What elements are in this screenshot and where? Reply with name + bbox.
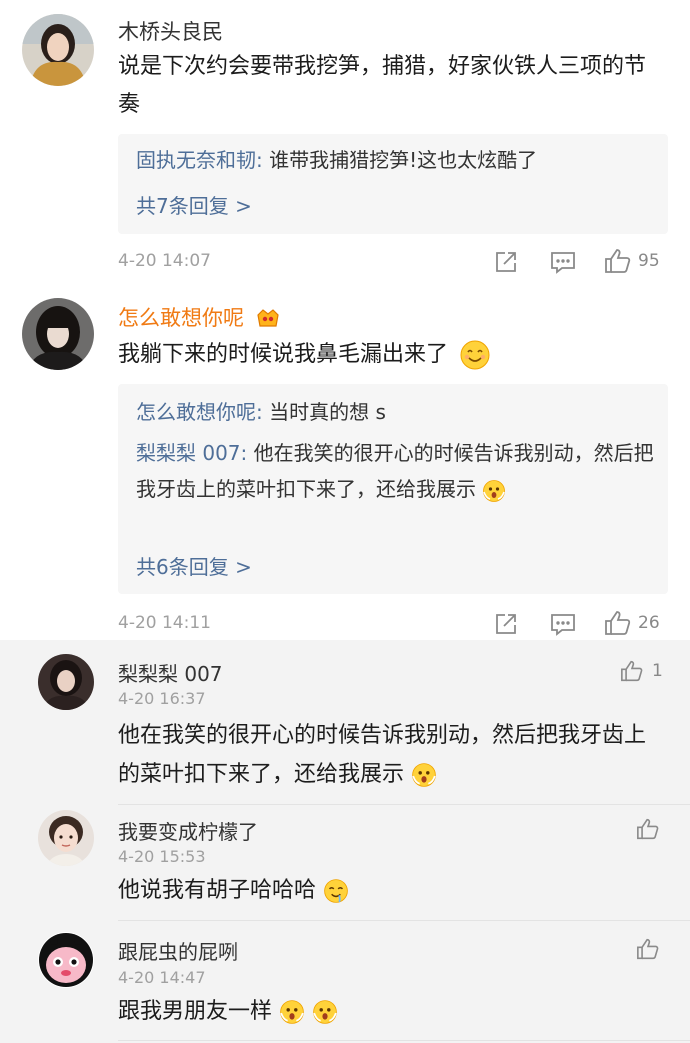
reply: 固执无奈和韧: 谁带我捕猎挖笋!这也太炫酷了 [136,142,654,178]
share-button[interactable] [494,250,518,274]
username[interactable]: 跟屁虫的屁咧 [118,936,238,965]
comment-text: 他说我有胡子哈哈哈 [118,872,648,910]
reply: 梨梨梨 007: 他在我笑的很开心的时候告诉我别动，然后把我牙齿上的菜叶扣下来了… [136,435,654,507]
like-icon [637,818,659,840]
divider [118,920,690,921]
username[interactable]: 怎么敢想你呢 [118,302,281,332]
like-icon [621,660,643,682]
avatar[interactable] [38,654,94,710]
comment-button[interactable] [550,612,576,636]
like-icon [637,938,659,960]
timestamp: 4-20 15:53 [118,847,206,866]
reply-text: 谁带我捕猎挖笋!这也太炫酷了 [262,148,538,172]
reply-author[interactable]: 梨梨梨 007: [136,441,247,465]
username[interactable]: 木桥头良民 [118,16,223,46]
comment-icon [551,252,575,274]
timestamp: 4-20 14:47 [118,968,206,987]
reply-box[interactable]: 怎么敢想你呢: 当时真的想 s 梨梨梨 007: 他在我笑的很开心的时候告诉我别… [118,384,668,594]
surprised-emoji [280,1000,304,1024]
surprised-emoji [313,1000,337,1024]
avatar[interactable] [22,298,94,370]
reply: 怎么敢想你呢: 当时真的想 s [136,394,654,430]
surprised-emoji [412,763,436,787]
like-count: 95 [638,251,660,271]
timestamp: 4-20 16:37 [118,689,206,708]
like-button[interactable] [636,938,660,960]
surprised-emoji [483,479,506,502]
share-icon [496,252,516,272]
like-button[interactable]: 1 [620,660,663,682]
timestamp: 4-20 14:11 [118,613,211,633]
reply-author[interactable]: 怎么敢想你呢: [136,400,263,424]
username[interactable]: 梨梨梨 007 [118,658,223,687]
like-button[interactable]: 95 [604,248,660,274]
reply-box[interactable]: 固执无奈和韧: 谁带我捕猎挖笋!这也太炫酷了 共7条回复 > [118,134,668,234]
share-icon [496,614,516,634]
reply-text: 当时真的想 s [262,400,386,424]
avatar[interactable] [38,810,94,866]
comment-text: 说是下次约会要带我挖笋，捕猎，好家伙铁人三项的节奏 [118,54,647,117]
sub-comment-thread: 梨梨梨 007 4-20 16:37 他在我笑的很开心的时候告诉我别动，然后把我… [0,640,690,1043]
vip-badge-icon [257,309,279,327]
avatar[interactable] [38,932,94,988]
more-replies-link[interactable]: 共6条回复 > [136,551,252,580]
comment-button[interactable] [550,250,576,274]
like-button[interactable] [636,818,660,840]
like-icon [605,611,631,635]
comment-icon [551,614,575,636]
like-button[interactable]: 26 [604,610,660,636]
like-icon [605,249,631,273]
smile-emoji [460,340,490,370]
reply-author[interactable]: 固执无奈和韧: [136,148,263,172]
share-button[interactable] [494,612,518,636]
comment-text: 我躺下来的时候说我鼻毛漏出来了 [118,336,658,374]
divider [118,804,690,805]
like-count: 1 [652,661,663,681]
avatar[interactable] [22,14,94,86]
comment-text: 他在我笑的很开心的时候告诉我别动，然后把我牙齿上的菜叶扣下来了，还给我展示 [118,723,647,787]
comment-text: 跟我男朋友一样 [118,993,648,1031]
timestamp: 4-20 14:07 [118,251,211,271]
more-replies-link[interactable]: 共7条回复 > [136,190,252,219]
username[interactable]: 我要变成柠檬了 [118,816,258,845]
drool-emoji [324,879,348,903]
divider [118,1040,690,1041]
username-text: 怎么敢想你呢 [118,306,244,330]
like-count: 26 [638,613,660,633]
